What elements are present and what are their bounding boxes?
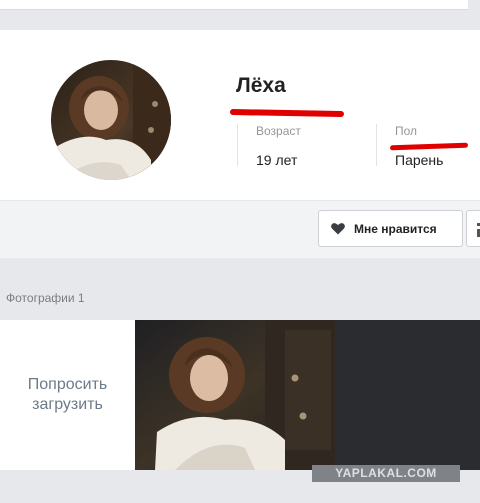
like-button-label: Мне нравится xyxy=(354,221,437,236)
age-value: 19 лет xyxy=(256,152,298,168)
photos-title: Фотографии 1 xyxy=(6,291,85,305)
photos-row: Попросить загрузить xyxy=(0,320,480,470)
request-upload-label: Попросить загрузить xyxy=(27,376,108,413)
name-annotation-underline xyxy=(229,109,345,117)
photo-thumbnail[interactable] xyxy=(135,320,335,470)
empty-photo-slot xyxy=(335,320,480,470)
watermark: YAPLAKAL.COM xyxy=(312,465,460,482)
age-label: Возраст xyxy=(256,124,301,138)
more-button[interactable] xyxy=(466,210,480,247)
top-strip xyxy=(0,0,480,10)
profile-name: Лёха xyxy=(236,74,286,97)
gender-value: Парень xyxy=(395,152,444,168)
avatar[interactable] xyxy=(51,60,171,180)
actions-bar: Мне нравится xyxy=(0,200,480,258)
heart-icon xyxy=(331,223,345,235)
previous-card-edge xyxy=(0,0,468,10)
like-button[interactable]: Мне нравится xyxy=(318,210,463,247)
request-upload-button[interactable]: Попросить загрузить xyxy=(0,320,135,470)
age-info: Возраст 19 лет xyxy=(237,124,357,168)
gender-label: Пол xyxy=(395,124,418,138)
